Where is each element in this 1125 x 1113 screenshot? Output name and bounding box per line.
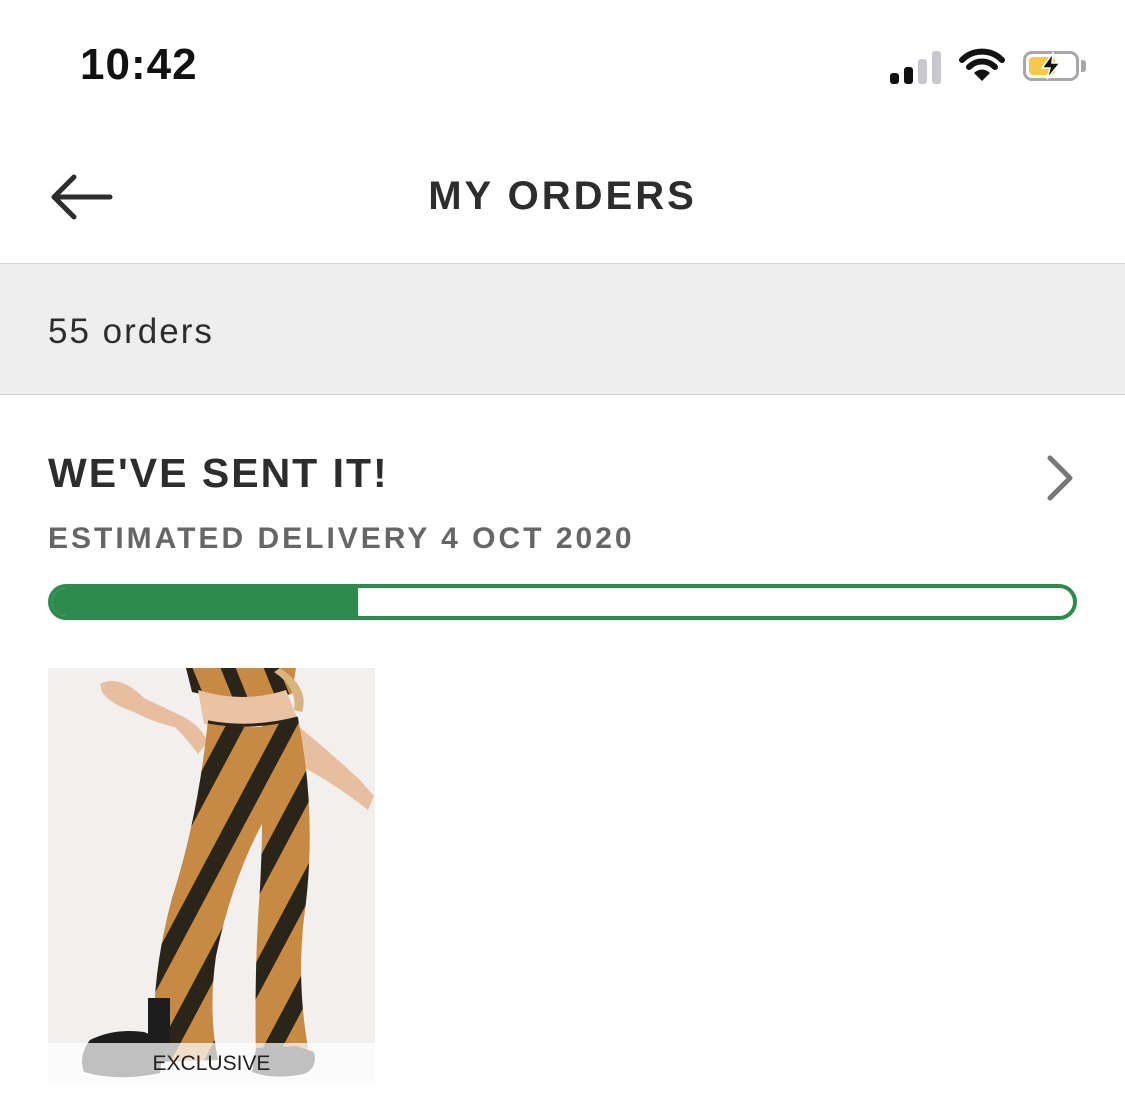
cellular-signal-icon <box>890 48 941 84</box>
status-bar: 10:42 <box>0 0 1125 130</box>
estimated-delivery: ESTIMATED DELIVERY 4 OCT 2020 <box>48 522 635 555</box>
zebra-trousers-image <box>48 668 375 1085</box>
order-card[interactable]: WE'VE SENT IT! ESTIMATED DELIVERY 4 OCT … <box>0 396 1125 1113</box>
delivery-progress-fill <box>52 588 359 616</box>
battery-charging-icon <box>1023 51 1086 81</box>
app-header: MY ORDERS <box>0 130 1125 264</box>
status-icons <box>890 48 1086 84</box>
wifi-icon <box>959 48 1005 81</box>
exclusive-badge: EXCLUSIVE <box>48 1043 375 1085</box>
chevron-right-icon[interactable] <box>1044 452 1076 504</box>
order-status: WE'VE SENT IT! <box>48 450 389 496</box>
product-thumbnail[interactable]: EXCLUSIVE <box>48 668 375 1085</box>
delivery-progress-bar <box>48 584 1077 620</box>
status-time: 10:42 <box>80 40 198 89</box>
page-title: MY ORDERS <box>428 174 697 218</box>
orders-count-bar: 55 orders <box>0 264 1125 395</box>
orders-count: 55 orders <box>48 312 214 351</box>
